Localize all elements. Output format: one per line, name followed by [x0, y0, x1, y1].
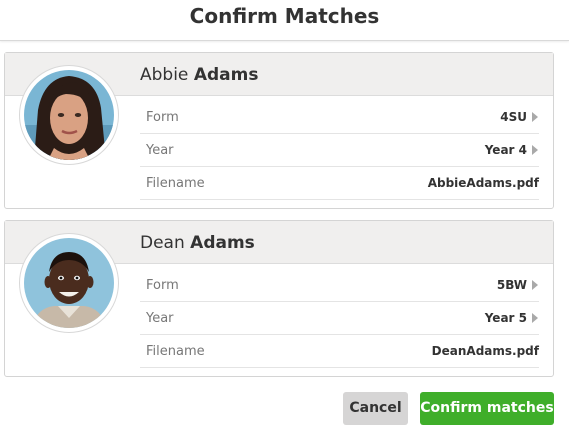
confirm-matches-button[interactable]: Confirm matches — [420, 392, 554, 425]
first-name: Dean — [140, 233, 185, 253]
modal-header: Confirm Matches — [0, 0, 569, 41]
field-row-filename: Filename DeanAdams.pdf — [140, 335, 539, 368]
last-name: Adams — [190, 233, 255, 253]
field-label: Form — [146, 110, 179, 125]
student-photo-icon — [24, 70, 114, 160]
avatar — [19, 65, 119, 165]
chevron-right-icon[interactable] — [532, 112, 538, 122]
modal-title: Confirm Matches — [189, 4, 380, 28]
student-photo-icon — [24, 238, 114, 328]
field-label: Year — [146, 143, 174, 158]
last-name: Adams — [193, 65, 259, 85]
field-row-form[interactable]: Form 5BW — [140, 269, 539, 302]
cancel-button[interactable]: Cancel — [343, 392, 408, 425]
student-name: Dean Adams — [140, 233, 255, 253]
field-value: DeanAdams.pdf — [431, 344, 539, 358]
field-row-filename: Filename AbbieAdams.pdf — [140, 167, 539, 200]
field-row-year[interactable]: Year Year 4 — [140, 134, 539, 167]
field-row-form[interactable]: Form 4SU — [140, 101, 539, 134]
field-value: Year 5 — [484, 311, 527, 325]
field-value: 4SU — [500, 110, 527, 124]
field-row-year[interactable]: Year Year 5 — [140, 302, 539, 335]
chevron-right-icon[interactable] — [532, 145, 538, 155]
chevron-right-icon[interactable] — [532, 280, 538, 290]
field-label: Filename — [146, 344, 205, 359]
field-value: 5BW — [496, 278, 527, 292]
chevron-right-icon[interactable] — [532, 313, 538, 323]
first-name: Abbie — [140, 65, 189, 85]
field-label: Filename — [146, 176, 205, 191]
field-value: AbbieAdams.pdf — [427, 176, 539, 190]
field-label: Year — [146, 311, 174, 326]
field-value: Year 4 — [484, 143, 527, 157]
field-label: Form — [146, 278, 179, 293]
match-card: Dean Adams Form 5BW Year Year 5 Filename… — [4, 220, 554, 377]
match-card: Abbie Adams Form 4SU Year Year 4 Filenam… — [4, 52, 554, 209]
student-name: Abbie Adams — [140, 65, 258, 85]
avatar — [19, 233, 119, 333]
